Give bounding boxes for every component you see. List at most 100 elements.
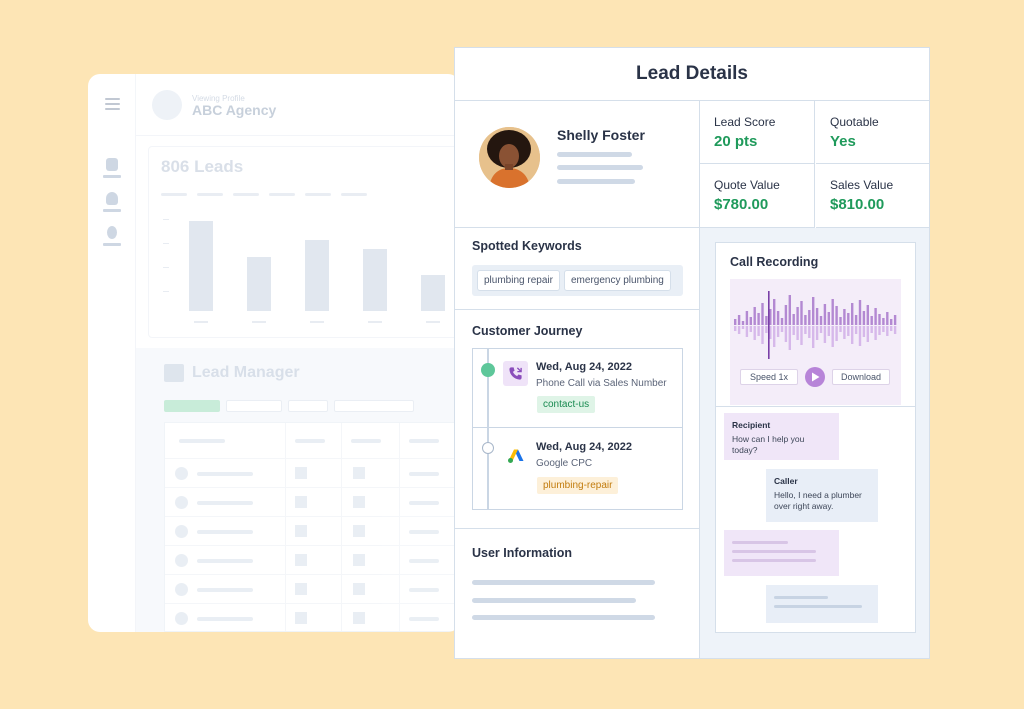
users-icon[interactable]: [103, 192, 121, 212]
waveform-bar: [796, 326, 799, 340]
table-row[interactable]: [165, 546, 459, 575]
leads-table: [164, 422, 460, 632]
play-icon: [811, 372, 819, 382]
waveform-bar: [776, 326, 780, 337]
stat-label: Quote Value: [714, 178, 780, 192]
table-row[interactable]: [165, 459, 459, 488]
lead-name: Shelly Foster: [557, 127, 645, 143]
message-speaker: Caller: [774, 476, 798, 486]
waveform-bar: [757, 313, 760, 325]
waveform-bar: [886, 312, 889, 325]
playhead[interactable]: [768, 291, 770, 359]
speed-button[interactable]: Speed 1x: [740, 369, 798, 385]
stat-label: Quotable: [830, 115, 879, 129]
waveform-bar: [870, 326, 873, 333]
table-row[interactable]: [165, 517, 459, 546]
waveform-bar: [812, 297, 815, 325]
waveform-bar: [839, 317, 842, 325]
waveform-bar: [815, 326, 819, 340]
audio-waveform: Speed 1x Download: [730, 279, 901, 405]
journey-event-tag[interactable]: plumbing-repair: [537, 477, 619, 494]
leads-chart-card: 806 Leads: [148, 146, 460, 338]
waveform-bar: [847, 326, 850, 336]
filter-toggle[interactable]: [334, 400, 414, 412]
stat-value: Yes: [830, 133, 856, 150]
waveform-bar: [753, 326, 756, 340]
waveform-bar: [749, 317, 752, 325]
waveform-bar: [792, 326, 795, 335]
chart-bar: [305, 240, 329, 311]
customer-journey-timeline: Wed, Aug 24, 2022 Phone Call via Sales N…: [472, 348, 683, 510]
table-row[interactable]: [165, 604, 459, 632]
waveform-bar: [784, 305, 788, 325]
play-button[interactable]: [805, 367, 825, 387]
waveform-bar: [749, 326, 752, 332]
journey-event-tag[interactable]: contact-us: [537, 396, 596, 413]
waveform-bar: [886, 326, 889, 336]
filter-chip[interactable]: [288, 400, 328, 412]
call-recording-card: Call Recording Speed 1x Download Recipie…: [715, 242, 916, 633]
keywords-box: plumbing repair emergency plumbing: [472, 265, 683, 296]
waveform-bar: [737, 326, 741, 334]
panel-header: Lead Details: [455, 48, 929, 101]
sales-value-stat: Sales Value $810.00: [816, 164, 930, 228]
waveform-bar: [773, 326, 776, 347]
table-row[interactable]: [165, 488, 459, 517]
waveform-bar: [788, 326, 791, 350]
menu-icon[interactable]: [105, 98, 120, 113]
waveform-bar: [893, 326, 897, 334]
waveform-bar: [878, 326, 881, 335]
waveform-bar: [827, 312, 830, 325]
waveform-bar: [831, 326, 834, 347]
table-row[interactable]: [165, 575, 459, 604]
filter-button[interactable]: [164, 400, 220, 412]
waveform-bar: [800, 301, 803, 325]
keyword-chip[interactable]: plumbing repair: [477, 270, 560, 291]
recipient-message: Recipient How can I help you today?: [724, 413, 839, 460]
waveform-bar: [819, 316, 823, 325]
keyword-chip[interactable]: emergency plumbing: [564, 270, 671, 291]
chart-bar: [421, 275, 445, 311]
waveform-bar: [753, 307, 756, 325]
chart-bar: [247, 257, 271, 311]
stat-value: $780.00: [714, 196, 769, 213]
waveform-bar: [831, 299, 834, 325]
waveform-bar: [792, 314, 795, 325]
waveform-bar: [808, 326, 811, 338]
waveform-bar: [843, 326, 846, 339]
waveform-bar: [874, 308, 877, 325]
google-ads-icon: [503, 443, 528, 468]
background-header: Viewing Profile ABC Agency: [136, 74, 460, 136]
waveform-bar: [866, 305, 869, 325]
call-recording-title: Call Recording: [730, 255, 819, 269]
lead-avatar: [479, 127, 540, 188]
waveform-bar: [815, 308, 819, 325]
chart-bar: [189, 221, 213, 311]
waveform-bar: [780, 318, 784, 325]
waveform-bar: [788, 295, 791, 325]
stat-label: Lead Score: [714, 115, 776, 129]
building-icon[interactable]: [103, 158, 121, 178]
stat-value: $810.00: [830, 196, 885, 213]
waveform-bar: [847, 313, 850, 325]
user-information-title: User Information: [472, 546, 573, 560]
waveform-bar: [893, 315, 897, 325]
waveform-bar: [761, 326, 764, 344]
waveform-bar: [765, 326, 768, 333]
waveform-bar: [812, 326, 815, 348]
agency-name: ABC Agency: [192, 102, 277, 118]
quotable-stat: Quotable Yes: [816, 101, 930, 164]
waveform-bar: [858, 326, 862, 346]
filter-chip[interactable]: [226, 400, 282, 412]
download-button[interactable]: Download: [832, 369, 890, 385]
user-icon[interactable]: [103, 226, 121, 246]
waveform-bar: [870, 316, 873, 325]
waveform-bar: [823, 304, 827, 325]
waveform-bar: [765, 316, 768, 325]
waveform-bar: [734, 326, 737, 331]
waveform-bar: [819, 326, 823, 333]
message-placeholder: [724, 530, 839, 576]
waveform-bar: [745, 311, 749, 325]
waveform-bar: [835, 306, 838, 325]
lead-info-column: Spotted Keywords plumbing repair emergen…: [455, 228, 700, 658]
